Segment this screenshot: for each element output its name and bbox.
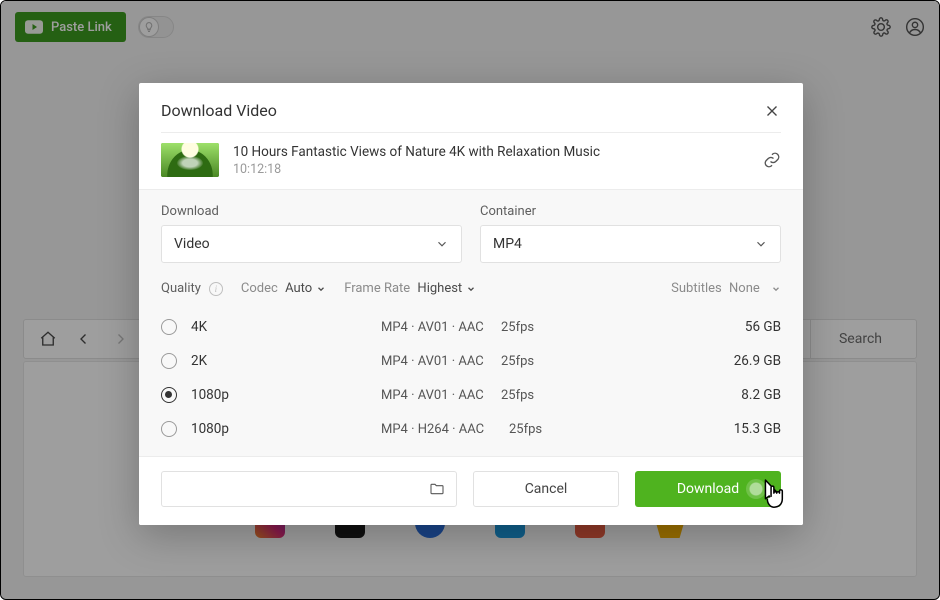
radio-icon (161, 421, 177, 437)
download-type-select[interactable]: Video (161, 225, 462, 263)
radio-icon (161, 353, 177, 369)
quality-size: 15.3 GB (581, 421, 781, 437)
quality-size: 26.9 GB (581, 353, 781, 369)
download-label: Download (677, 481, 739, 497)
chevron-down-icon (771, 284, 781, 294)
video-duration: 10:12:18 (233, 162, 749, 177)
quality-fps: 25fps (501, 422, 581, 437)
quality-option[interactable]: 1080pMP4 · H264 · AAC25fps15.3 GB (161, 412, 781, 446)
quality-format: MP4 · AV01 · AAC (381, 388, 501, 403)
quality-name: 1080p (191, 387, 381, 403)
quality-option[interactable]: 2KMP4 · AV01 · AAC25fps26.9 GB (161, 344, 781, 378)
download-type-value: Video (174, 236, 210, 252)
video-title: 10 Hours Fantastic Views of Nature 4K wi… (233, 144, 749, 160)
container-select[interactable]: MP4 (480, 225, 781, 263)
quality-name: 2K (191, 353, 381, 369)
quality-name: 1080p (191, 421, 381, 437)
save-path-field[interactable] (161, 471, 457, 507)
click-ripple (746, 479, 766, 499)
quality-fps: 25fps (501, 388, 581, 403)
download-button[interactable]: Download (635, 471, 781, 507)
framerate-filter[interactable]: Frame Rate Highest (344, 281, 476, 296)
folder-icon (428, 481, 446, 497)
dialog-title: Download Video (161, 101, 763, 120)
app-window: Paste Link Search Download Video (0, 0, 940, 600)
download-dialog: Download Video 10 Hours Fantastic Views … (139, 83, 803, 525)
chevron-down-icon (466, 284, 476, 294)
subtitles-filter[interactable]: Subtitles None (671, 281, 781, 296)
radio-icon (161, 319, 177, 335)
video-info-row: 10 Hours Fantastic Views of Nature 4K wi… (139, 133, 803, 189)
quality-label: Qualityi (161, 281, 223, 296)
quality-option[interactable]: 4KMP4 · AV01 · AAC25fps56 GB (161, 310, 781, 344)
info-icon[interactable]: i (209, 282, 223, 296)
download-type-label: Download (161, 204, 462, 219)
quality-fps: 25fps (501, 354, 581, 369)
radio-icon (161, 387, 177, 403)
chevron-down-icon (754, 237, 768, 251)
quality-format: MP4 · AV01 · AAC (381, 354, 501, 369)
quality-size: 56 GB (581, 319, 781, 335)
cancel-label: Cancel (525, 481, 568, 497)
link-icon[interactable] (763, 151, 781, 169)
container-value: MP4 (493, 236, 522, 252)
quality-format: MP4 · AV01 · AAC (381, 320, 501, 335)
chevron-down-icon (316, 284, 326, 294)
quality-size: 8.2 GB (581, 387, 781, 403)
close-icon[interactable] (763, 102, 781, 120)
chevron-down-icon (435, 237, 449, 251)
codec-filter[interactable]: Codec Auto (241, 281, 326, 296)
quality-option[interactable]: 1080pMP4 · AV01 · AAC25fps8.2 GB (161, 378, 781, 412)
container-label: Container (480, 204, 781, 219)
video-thumbnail (161, 143, 219, 177)
quality-list: 4KMP4 · AV01 · AAC25fps56 GB2KMP4 · AV01… (139, 306, 803, 456)
cancel-button[interactable]: Cancel (473, 471, 619, 507)
quality-fps: 25fps (501, 320, 581, 335)
quality-name: 4K (191, 319, 381, 335)
quality-format: MP4 · H264 · AAC (381, 422, 501, 437)
